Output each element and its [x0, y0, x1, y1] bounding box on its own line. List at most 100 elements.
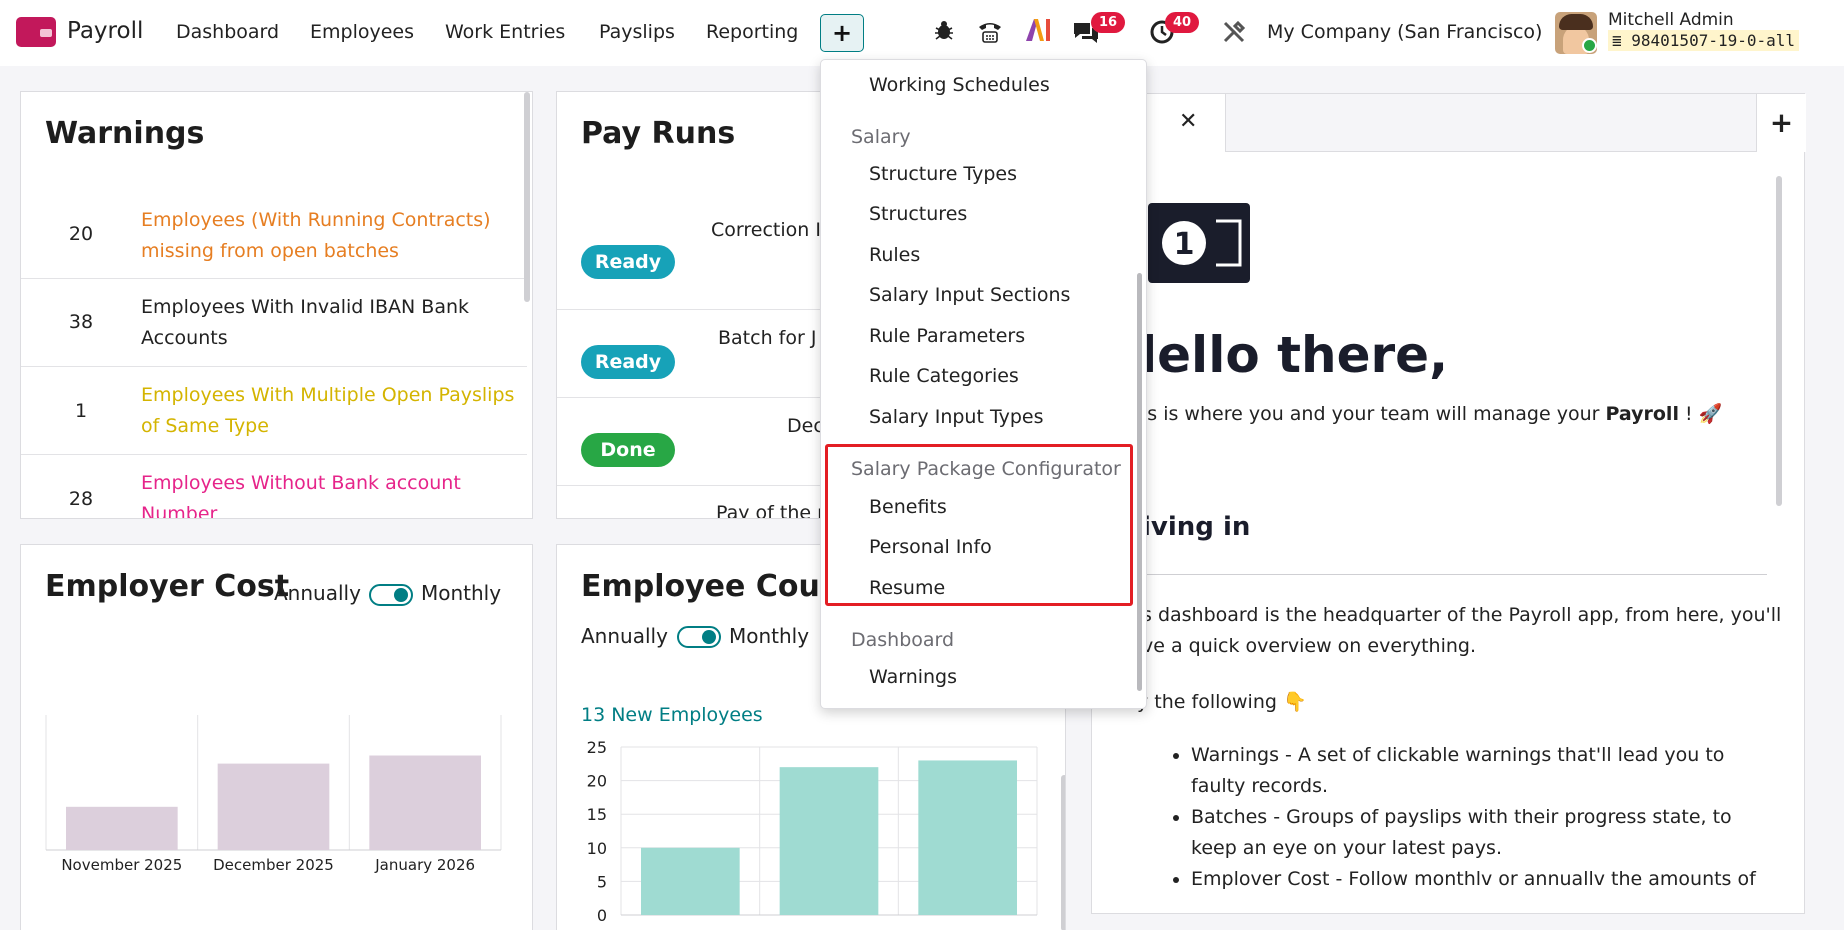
warning-text[interactable]: Employees With Multiple Open Payslips of…: [141, 380, 521, 442]
tab-strip: +: [1226, 94, 1806, 152]
online-status-icon: [1582, 38, 1597, 53]
database-name: ≣ 98401507-19-0-all: [1608, 30, 1800, 51]
annually-label[interactable]: Annually: [274, 581, 361, 605]
ai-icon[interactable]: [1024, 17, 1052, 49]
money-bill-icon: 1: [1148, 203, 1250, 283]
nav-employees[interactable]: Employees: [310, 21, 414, 43]
bar: [369, 755, 481, 850]
list-item: Emplover Cost - Follow monthlv or annual…: [1191, 864, 1771, 895]
user-name[interactable]: Mitchell Admin: [1608, 10, 1734, 30]
pay-run-name[interactable]: Pay of the r: [716, 502, 825, 518]
status-badge: Done: [581, 433, 675, 467]
warning-row[interactable]: 1 Employees With Multiple Open Payslips …: [21, 367, 527, 455]
menu-section-salary-package: Salary Package Configurator: [851, 458, 1121, 480]
plus-icon: +: [831, 19, 853, 47]
menu-item-structures[interactable]: Structures: [869, 203, 967, 225]
warning-count: 20: [68, 223, 94, 245]
y-tick-label: 25: [587, 738, 607, 757]
description-line: s dashboard is the headquarter of the Pa…: [1142, 604, 1782, 626]
employer-cost-chart: November 2025 December 2025 January 2026: [45, 715, 502, 874]
y-tick-label: 5: [597, 872, 607, 891]
x-tick-label: November 2025: [61, 856, 182, 874]
menu-item-salary-input-types[interactable]: Salary Input Types: [869, 406, 1044, 428]
annually-label[interactable]: Annually: [581, 624, 668, 648]
pay-runs-title: Pay Runs: [581, 116, 736, 151]
app-name[interactable]: Payroll: [67, 18, 143, 44]
warning-count: 38: [68, 311, 94, 333]
menu-item-structure-types[interactable]: Structure Types: [869, 163, 1017, 185]
y-tick-label: 0: [597, 906, 607, 925]
nav-dashboard[interactable]: Dashboard: [176, 21, 279, 43]
phone-icon[interactable]: [977, 19, 1003, 49]
list-item: Batches - Groups of payslips with their …: [1191, 802, 1771, 864]
nav-work-entries[interactable]: Work Entries: [445, 21, 565, 43]
y-tick-label: 10: [587, 839, 607, 858]
pay-run-name[interactable]: Dec: [787, 415, 824, 437]
warning-text[interactable]: Employees With Invalid IBAN Bank Account…: [141, 292, 521, 354]
period-toggle[interactable]: [369, 584, 413, 606]
activity-badge: 40: [1165, 12, 1199, 33]
card-scrollbar[interactable]: [1061, 775, 1065, 930]
add-tab-button[interactable]: +: [1756, 94, 1806, 152]
nav-reporting[interactable]: Reporting: [706, 21, 798, 43]
article-scrollbar[interactable]: [1776, 176, 1782, 506]
warning-row[interactable]: 28 Employees Without Bank account Number: [21, 455, 527, 518]
feature-list: Warnings - A set of clickable warnings t…: [1171, 740, 1771, 895]
bar: [66, 806, 178, 850]
warnings-card: Warnings 20 Employees (With Running Cont…: [20, 91, 533, 519]
menu-item-resume[interactable]: Resume: [869, 577, 945, 599]
menu-section-dashboard: Dashboard: [851, 629, 955, 651]
close-tab-icon[interactable]: ✕: [1179, 109, 1197, 134]
warning-text[interactable]: Employees (With Running Contracts) missi…: [141, 205, 521, 267]
top-navbar: Payroll Dashboard Employees Work Entries…: [0, 0, 1844, 66]
monthly-label[interactable]: Monthly: [421, 581, 501, 605]
list-item: Warnings - A set of clickable warnings t…: [1191, 740, 1771, 802]
x-tick-label: January 2026: [374, 856, 475, 874]
menu-item-rule-parameters[interactable]: Rule Parameters: [869, 325, 1025, 347]
menu-item-rules[interactable]: Rules: [869, 244, 920, 266]
diving-in-heading: iving in: [1142, 512, 1251, 542]
status-badge: Ready: [581, 345, 675, 379]
menu-item-working-schedules[interactable]: Working Schedules: [869, 74, 1050, 96]
y-tick-label: 15: [587, 805, 607, 824]
welcome-article-panel: te ✕ + 1 lello there, is is where you an…: [1091, 93, 1806, 914]
menu-item-warnings[interactable]: Warnings: [869, 666, 957, 688]
warning-row[interactable]: 38 Employees With Invalid IBAN Bank Acco…: [21, 279, 527, 367]
warning-text[interactable]: Employees Without Bank account Number: [141, 468, 521, 518]
divider: [1132, 574, 1767, 575]
bar: [779, 767, 879, 915]
company-switcher[interactable]: My Company (San Francisco): [1267, 21, 1542, 43]
debug-bug-icon[interactable]: [933, 19, 955, 47]
menu-item-salary-input-sections[interactable]: Salary Input Sections: [869, 284, 1070, 306]
hello-heading: lello there,: [1140, 326, 1449, 384]
warning-count: 28: [68, 488, 94, 510]
pay-run-name[interactable]: Batch for J: [718, 327, 816, 349]
status-badge: Ready: [581, 245, 675, 279]
employer-cost-card: Employer Cost Annually Monthly November …: [20, 544, 533, 930]
employee-count-chart: 25 20 15 10 5 0: [587, 738, 1038, 925]
menu-item-personal-info[interactable]: Personal Info: [869, 536, 992, 558]
period-toggle[interactable]: [677, 626, 721, 648]
database-icon: ≣: [1612, 31, 1632, 50]
monthly-label[interactable]: Monthly: [729, 624, 809, 648]
pay-run-name[interactable]: Correction I: [711, 219, 821, 241]
warning-row[interactable]: 20 Employees (With Running Contracts) mi…: [21, 192, 527, 279]
new-employees-link[interactable]: 13 New Employees: [581, 704, 763, 726]
configuration-menu-button[interactable]: +: [820, 14, 864, 52]
employer-cost-title: Employer Cost: [45, 569, 290, 604]
bar: [918, 760, 1017, 915]
follow-text: y the following 👇: [1137, 691, 1307, 713]
warnings-title: Warnings: [45, 116, 205, 151]
nav-payslips[interactable]: Payslips: [599, 21, 675, 43]
messages-badge: 16: [1091, 12, 1125, 33]
menu-item-benefits[interactable]: Benefits: [869, 496, 947, 518]
bar: [217, 763, 330, 850]
menu-item-rule-categories[interactable]: Rule Categories: [869, 365, 1019, 387]
warnings-scrollbar[interactable]: [524, 92, 530, 302]
intro-text: is is where you and your team will manag…: [1142, 403, 1723, 425]
bar: [641, 847, 740, 915]
settings-tools-icon[interactable]: [1222, 20, 1246, 50]
svg-text:1: 1: [1174, 227, 1195, 262]
payroll-app-icon[interactable]: [16, 17, 56, 47]
dropdown-scrollbar[interactable]: [1137, 273, 1142, 691]
